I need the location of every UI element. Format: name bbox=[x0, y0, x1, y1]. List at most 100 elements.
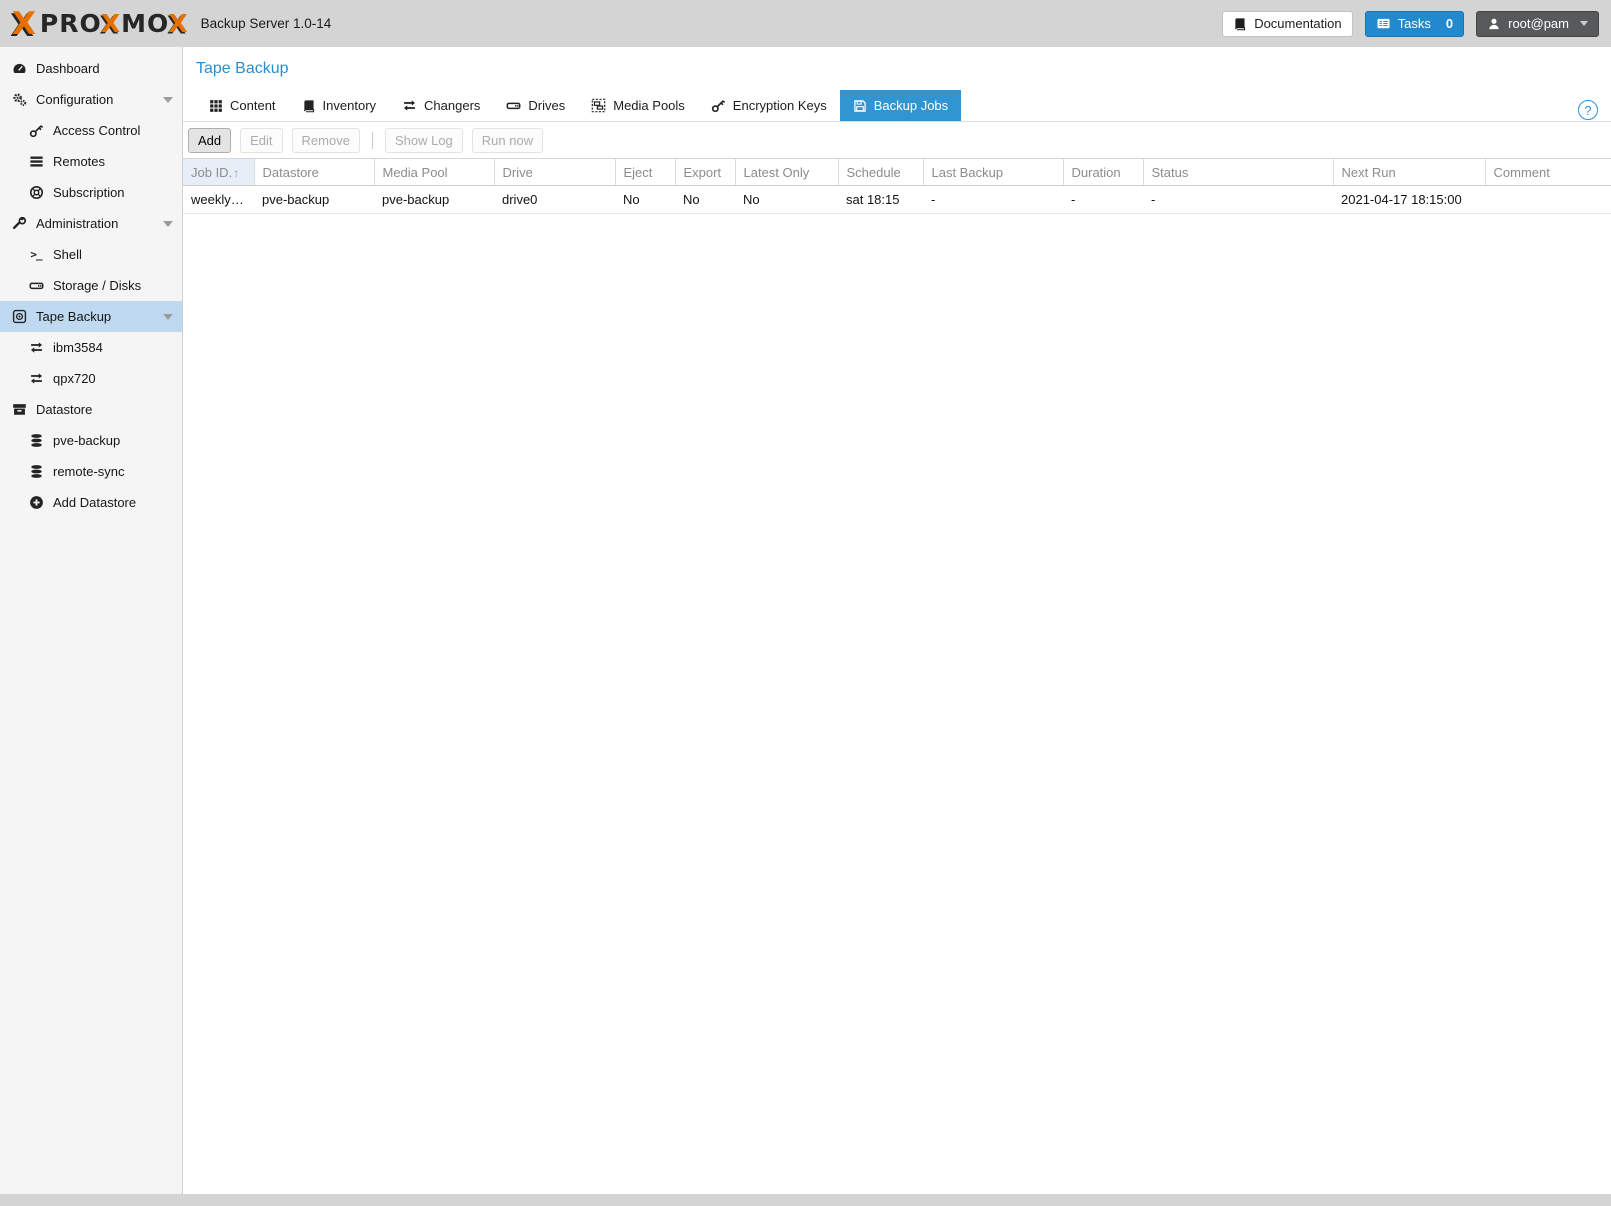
column-header-job-id[interactable]: Job ID.↑ bbox=[183, 158, 255, 186]
cell-datastore: pve-backup bbox=[254, 185, 374, 214]
sidebar-item-remotes[interactable]: Remotes bbox=[0, 146, 182, 177]
plus-circle-icon bbox=[27, 495, 45, 510]
column-header-latest-only[interactable]: Latest Only bbox=[735, 158, 839, 186]
book-icon bbox=[1233, 17, 1247, 31]
proxmox-logo: X PROXMOX bbox=[12, 6, 189, 42]
tab-label: Encryption Keys bbox=[732, 98, 827, 113]
user-label: root@pam bbox=[1508, 16, 1569, 31]
tab-inventory[interactable]: Inventory bbox=[289, 90, 389, 121]
sidebar-item-datastore[interactable]: Datastore bbox=[0, 394, 182, 425]
sidebar-item-label: Storage / Disks bbox=[53, 278, 142, 293]
sidebar-item-add-datastore[interactable]: Add Datastore bbox=[0, 487, 182, 518]
cell-job-id: weekly… bbox=[183, 185, 254, 214]
toolbar: Add Edit Remove Show Log Run now bbox=[183, 122, 1611, 158]
sidebar-item-label: remote-sync bbox=[53, 464, 125, 479]
cell-schedule: sat 18:15 bbox=[838, 185, 923, 214]
column-header-duration[interactable]: Duration bbox=[1063, 158, 1144, 186]
documentation-label: Documentation bbox=[1254, 16, 1342, 31]
tab-label: Changers bbox=[424, 98, 481, 113]
hdd-icon bbox=[27, 278, 45, 293]
sidebar-item-qpx720[interactable]: qpx720 bbox=[0, 363, 182, 394]
documentation-button[interactable]: Documentation bbox=[1222, 10, 1353, 37]
cell-export: No bbox=[675, 185, 735, 214]
tab-encryption-keys[interactable]: Encryption Keys bbox=[698, 90, 840, 121]
cell-drive: drive0 bbox=[494, 185, 615, 214]
archive-box-icon bbox=[10, 402, 28, 417]
grid-icon bbox=[209, 99, 223, 113]
column-header-comment[interactable]: Comment bbox=[1485, 158, 1611, 186]
tab-label: Backup Jobs bbox=[873, 98, 949, 113]
column-header-schedule[interactable]: Schedule bbox=[838, 158, 924, 186]
product-version-label: Backup Server 1.0-14 bbox=[200, 16, 332, 31]
sidebar-item-storage-disks[interactable]: Storage / Disks bbox=[0, 270, 182, 301]
tasks-button[interactable]: Tasks 0 bbox=[1364, 10, 1465, 37]
tab-bar: Content Inventory Changers Drives Media … bbox=[183, 90, 1611, 122]
cell-media-pool: pve-backup bbox=[374, 185, 494, 214]
column-header-next-run[interactable]: Next Run bbox=[1333, 158, 1486, 186]
cell-duration: - bbox=[1063, 185, 1143, 214]
sidebar-item-pve-backup[interactable]: pve-backup bbox=[0, 425, 182, 456]
sidebar-item-label: Administration bbox=[36, 216, 119, 231]
sidebar-item-shell[interactable]: >_ Shell bbox=[0, 239, 182, 270]
show-log-button[interactable]: Show Log bbox=[384, 127, 463, 153]
sidebar-item-configuration[interactable]: Configuration bbox=[0, 84, 182, 115]
edit-button[interactable]: Edit bbox=[240, 127, 283, 153]
page-title: Tape Backup bbox=[196, 60, 289, 77]
chevron-down-icon bbox=[1580, 21, 1588, 26]
run-now-button[interactable]: Run now bbox=[471, 127, 544, 153]
cell-latest-only: No bbox=[735, 185, 838, 214]
tab-label: Inventory bbox=[322, 98, 377, 113]
chevron-down-icon bbox=[163, 313, 173, 320]
sidebar-item-label: pve-backup bbox=[53, 433, 121, 448]
sidebar-item-tape-backup[interactable]: Tape Backup bbox=[0, 301, 182, 332]
wrench-icon bbox=[10, 216, 28, 231]
sidebar-item-label: Add Datastore bbox=[53, 495, 137, 510]
proxmox-wordmark: PROXMOX bbox=[39, 9, 189, 38]
sidebar-item-access-control[interactable]: Access Control bbox=[0, 115, 182, 146]
sidebar-item-dashboard[interactable]: Dashboard bbox=[0, 53, 182, 84]
remove-button[interactable]: Remove bbox=[291, 127, 360, 153]
sidebar-item-remote-sync[interactable]: remote-sync bbox=[0, 456, 182, 487]
column-header-status[interactable]: Status bbox=[1143, 158, 1334, 186]
tab-media-pools[interactable]: Media Pools bbox=[578, 90, 698, 121]
sidebar-item-subscription[interactable]: Subscription bbox=[0, 177, 182, 208]
tape-icon bbox=[10, 309, 28, 324]
hdd-icon bbox=[506, 98, 521, 113]
sidebar-item-label: Subscription bbox=[53, 185, 125, 200]
sidebar-item-label: Access Control bbox=[53, 123, 141, 138]
top-bar: X PROXMOX Backup Server 1.0-14 Documenta… bbox=[0, 0, 1611, 47]
book-icon bbox=[302, 99, 316, 113]
gauge-icon bbox=[10, 61, 28, 76]
column-header-export[interactable]: Export bbox=[675, 158, 736, 186]
toolbar-separator bbox=[371, 131, 373, 149]
tasks-count-badge: 0 bbox=[1445, 16, 1454, 31]
tab-content[interactable]: Content bbox=[196, 90, 289, 121]
database-icon bbox=[27, 433, 45, 448]
gears-icon bbox=[10, 92, 28, 107]
tab-drives[interactable]: Drives bbox=[493, 90, 578, 121]
sidebar-item-ibm3584[interactable]: ibm3584 bbox=[0, 332, 182, 363]
column-header-datastore[interactable]: Datastore bbox=[254, 158, 375, 186]
tab-label: Drives bbox=[528, 98, 566, 113]
sidebar-item-label: Remotes bbox=[53, 154, 106, 169]
cell-last-backup: - bbox=[923, 185, 1063, 214]
table-row[interactable]: weekly… pve-backup pve-backup drive0 No … bbox=[183, 185, 1611, 214]
chevron-down-icon bbox=[163, 96, 173, 103]
sidebar-item-administration[interactable]: Administration bbox=[0, 208, 182, 239]
sidebar-item-label: Configuration bbox=[36, 92, 114, 107]
user-menu-button[interactable]: root@pam bbox=[1476, 10, 1599, 37]
add-button[interactable]: Add bbox=[188, 127, 232, 153]
exchange-arrows-icon bbox=[402, 98, 417, 113]
column-header-last-backup[interactable]: Last Backup bbox=[923, 158, 1064, 186]
chevron-down-icon bbox=[163, 220, 173, 227]
help-icon[interactable]: ? bbox=[1577, 100, 1598, 120]
cell-eject: No bbox=[615, 185, 675, 214]
column-header-drive[interactable]: Drive bbox=[494, 158, 616, 186]
tab-backup-jobs[interactable]: Backup Jobs bbox=[839, 90, 962, 121]
column-header-eject[interactable]: Eject bbox=[615, 158, 676, 186]
tab-changers[interactable]: Changers bbox=[389, 90, 493, 121]
sidebar: Dashboard Configuration Access Control R… bbox=[0, 47, 183, 1194]
column-header-media-pool[interactable]: Media Pool bbox=[374, 158, 495, 186]
sort-ascending-icon: ↑ bbox=[233, 165, 240, 180]
key-icon bbox=[711, 98, 726, 113]
